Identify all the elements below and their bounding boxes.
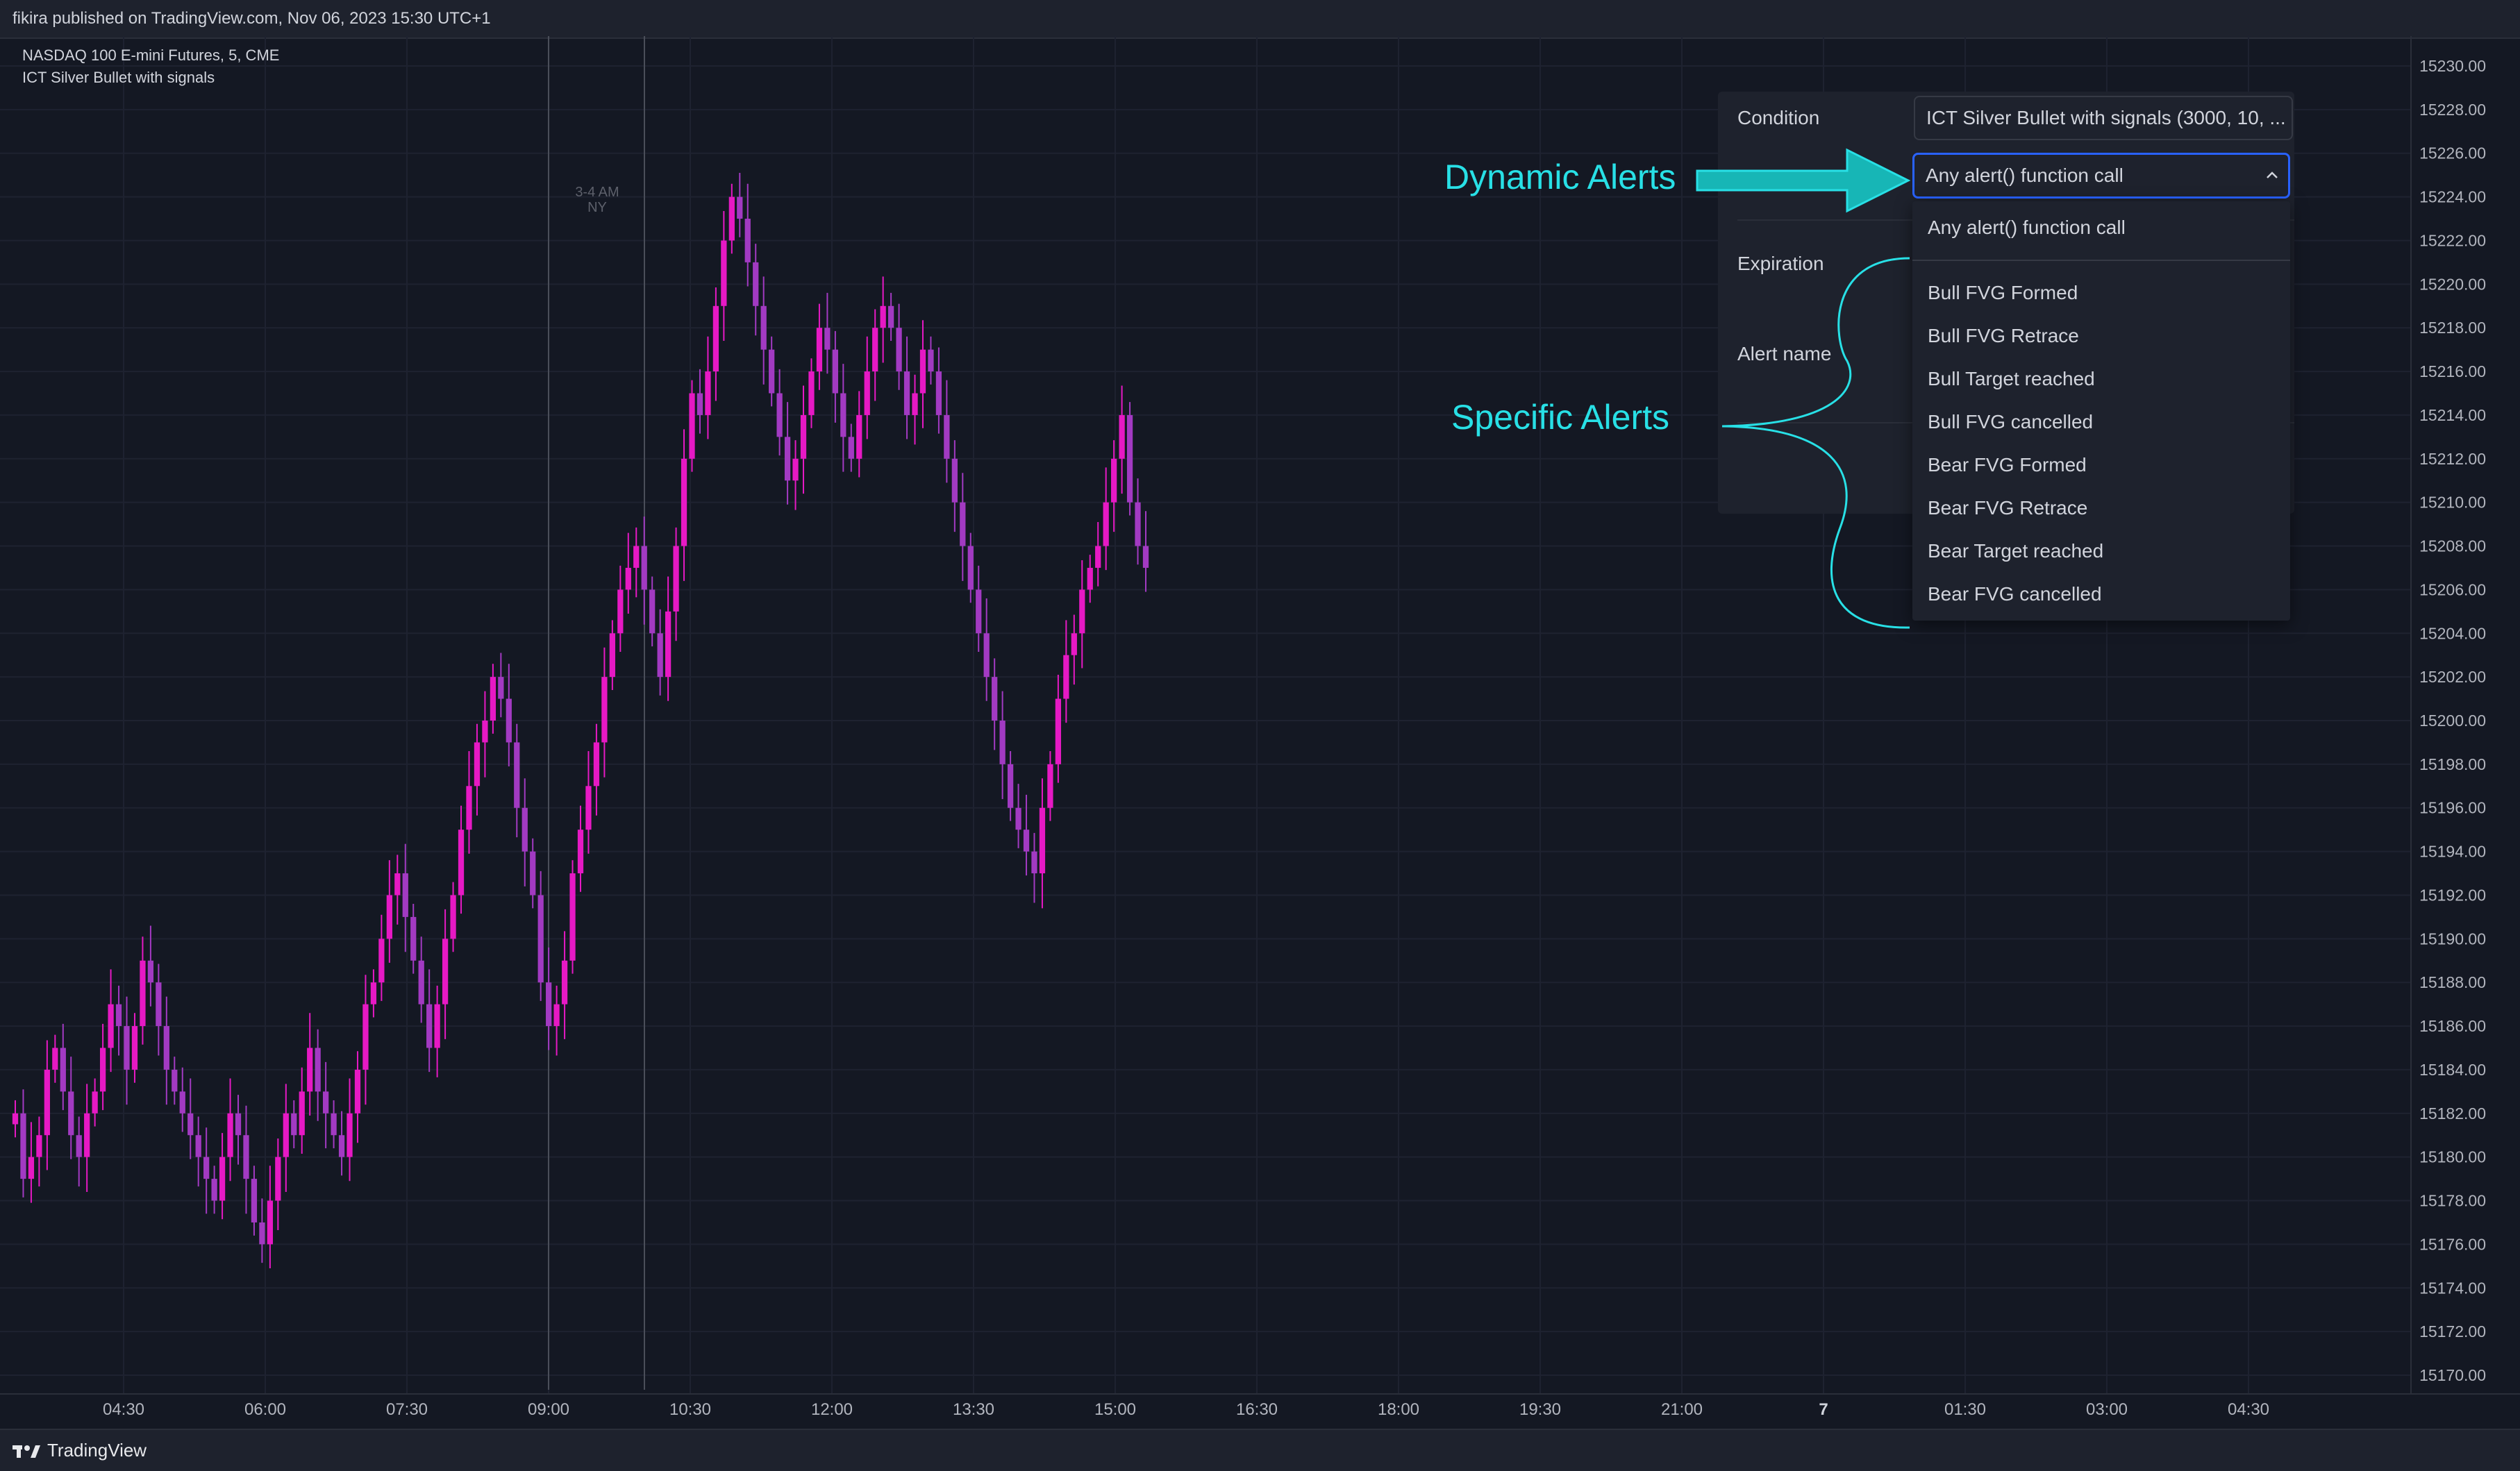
brand-name: TradingView [47, 1440, 147, 1461]
tradingview-logo: TradingView [12, 1440, 147, 1461]
bottom-bar: TradingView [0, 1429, 2520, 1471]
dynamic-alerts-annotation: Dynamic Alerts [1444, 158, 1676, 196]
brace-icon [1721, 257, 1910, 629]
annotation-overlay [1696, 148, 1911, 629]
arrow-icon [1696, 148, 1911, 213]
specific-alerts-annotation: Specific Alerts [1451, 398, 1670, 437]
tradingview-logo-icon [12, 1445, 40, 1458]
